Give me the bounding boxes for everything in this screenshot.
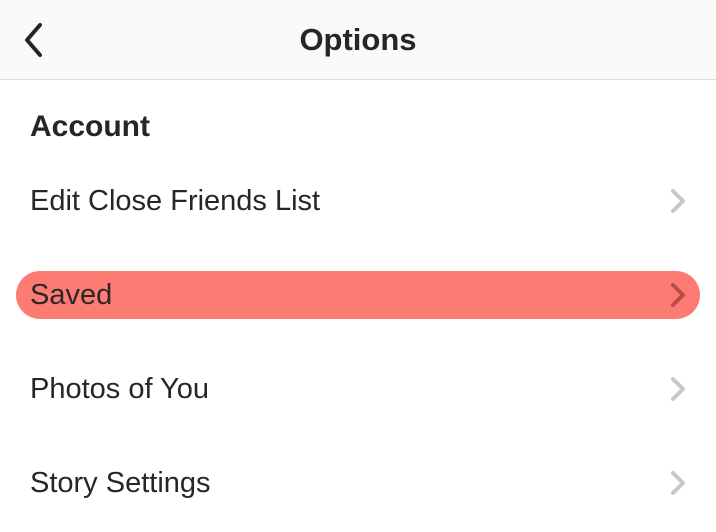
chevron-right-icon bbox=[670, 470, 686, 496]
list-item-label: Photos of You bbox=[30, 373, 209, 406]
chevron-left-icon bbox=[22, 22, 44, 58]
chevron-right-icon bbox=[670, 376, 686, 402]
section-header-account: Account bbox=[0, 80, 716, 154]
chevron-right-icon bbox=[670, 282, 686, 308]
list-item-label: Story Settings bbox=[30, 467, 211, 500]
back-button[interactable] bbox=[22, 22, 44, 58]
list-item-story-settings[interactable]: Story Settings bbox=[0, 436, 716, 530]
list-item-edit-close-friends[interactable]: Edit Close Friends List bbox=[0, 154, 716, 248]
page-title: Options bbox=[0, 22, 716, 58]
list-item-saved-wrapper: Saved bbox=[0, 248, 716, 342]
list-item-photos-of-you[interactable]: Photos of You bbox=[0, 342, 716, 436]
list-item-label: Edit Close Friends List bbox=[30, 185, 320, 218]
chevron-right-icon bbox=[670, 188, 686, 214]
header: Options bbox=[0, 0, 716, 80]
list-item-label: Saved bbox=[30, 279, 112, 312]
list-item-saved[interactable]: Saved bbox=[16, 271, 700, 319]
